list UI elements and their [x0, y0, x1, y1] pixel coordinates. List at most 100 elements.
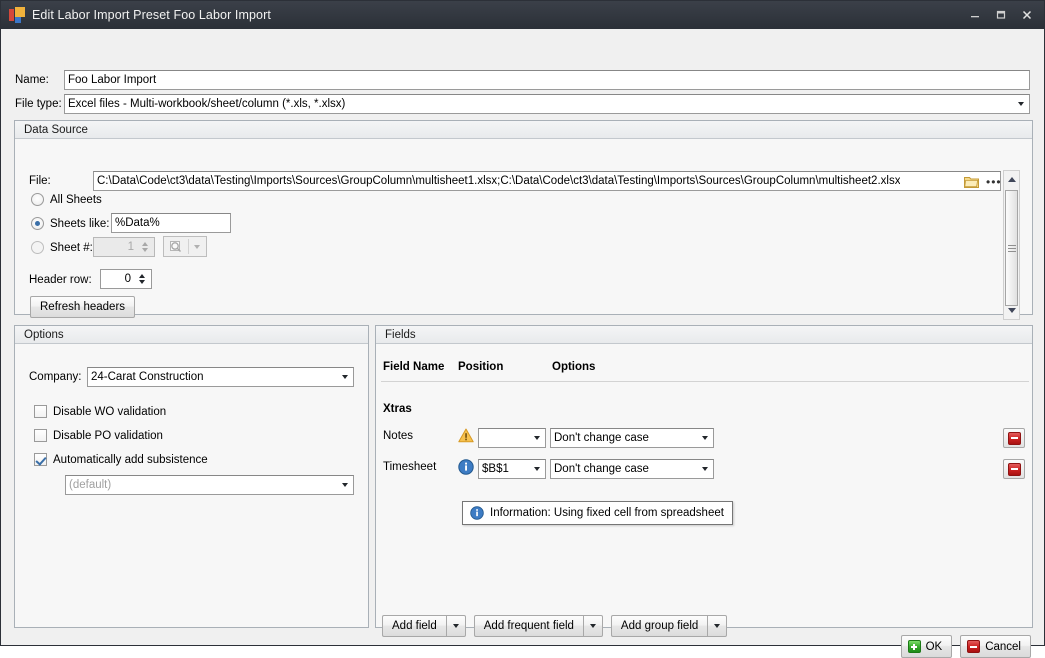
- options-body: Company: 24-Carat Construction Disable W…: [15, 344, 368, 627]
- cancel-icon: [967, 640, 981, 653]
- radio-sheet-number-label: Sheet #:: [50, 241, 93, 254]
- chevron-down-icon: [342, 483, 348, 487]
- add-frequent-field-split-button[interactable]: Add frequent field: [473, 615, 603, 637]
- close-icon[interactable]: [1014, 2, 1040, 28]
- remove-field-button[interactable]: [1003, 428, 1025, 448]
- info-icon: [458, 459, 474, 475]
- window-title: Edit Labor Import Preset Foo Labor Impor…: [32, 8, 271, 22]
- fields-toolbar: Add field Add frequent field Add group f…: [382, 615, 728, 637]
- field-position-select[interactable]: $B$1: [478, 459, 546, 479]
- radio-sheets-like-label: Sheets like:: [50, 217, 110, 230]
- browse-ellipsis-button[interactable]: •••: [986, 176, 1002, 188]
- file-type-label: File type:: [15, 98, 62, 110]
- column-header-options: Options: [552, 361, 596, 373]
- radio-all-sheets-indicator[interactable]: [31, 193, 44, 206]
- name-label: Name:: [15, 74, 49, 86]
- sheet-number-stepper[interactable]: 1: [93, 237, 155, 257]
- add-group-field-split-button[interactable]: Add group field: [610, 615, 728, 637]
- stepper-arrows[interactable]: [138, 238, 154, 256]
- checkbox-auto-subsistence[interactable]: Automatically add subsistence: [34, 453, 208, 466]
- add-group-field-button[interactable]: Add group field: [610, 615, 708, 637]
- header-divider: [381, 381, 1029, 382]
- fields-body: Field Name Position Options Xtras Notes: [376, 344, 1032, 637]
- minimize-icon[interactable]: [962, 2, 988, 28]
- field-position-select[interactable]: [478, 428, 546, 448]
- checkbox-disable-po-indicator[interactable]: [34, 429, 47, 442]
- chevron-down-icon: [702, 467, 708, 471]
- subsistence-select[interactable]: (default): [65, 475, 354, 495]
- subsistence-value: (default): [69, 479, 112, 491]
- company-label: Company:: [29, 371, 82, 383]
- field-position-value: $B$1: [482, 463, 509, 475]
- add-frequent-field-button[interactable]: Add frequent field: [473, 615, 583, 637]
- remove-field-button[interactable]: [1003, 459, 1025, 479]
- header-row-value: 0: [124, 273, 131, 285]
- remove-icon: [1007, 462, 1021, 476]
- add-field-dropdown[interactable]: [445, 615, 466, 637]
- checkbox-disable-po-validation[interactable]: Disable PO validation: [34, 429, 163, 442]
- ok-icon: [907, 640, 921, 653]
- add-frequent-field-dropdown[interactable]: [582, 615, 603, 637]
- options-title: Options: [15, 326, 368, 344]
- header-row-label: Header row:: [29, 274, 92, 286]
- tooltip-text: Information: Using fixed cell from sprea…: [490, 507, 724, 519]
- title-bar: Edit Labor Import Preset Foo Labor Impor…: [1, 1, 1044, 29]
- grip-icon: [1007, 243, 1016, 254]
- chevron-down-icon: [342, 375, 348, 379]
- cancel-button[interactable]: Cancel: [960, 635, 1031, 658]
- radio-all-sheets[interactable]: All Sheets: [31, 193, 102, 206]
- app-blocks-icon: [9, 7, 25, 23]
- checkbox-auto-subsistence-indicator[interactable]: [34, 453, 47, 466]
- field-row-name: Notes: [383, 430, 414, 442]
- field-options-value: Don't change case: [554, 432, 649, 444]
- scroll-track[interactable]: [1004, 188, 1019, 306]
- maximize-icon[interactable]: [988, 2, 1014, 28]
- radio-sheets-like-indicator[interactable]: [31, 217, 44, 230]
- stepper-arrows[interactable]: [135, 270, 151, 288]
- dialog-footer: OK Cancel: [900, 635, 1031, 658]
- name-input[interactable]: Foo Labor Import: [64, 70, 1030, 90]
- refresh-headers-button[interactable]: Refresh headers: [30, 296, 136, 318]
- chevron-down-icon: [534, 467, 540, 471]
- radio-sheet-number-indicator[interactable]: [31, 241, 44, 254]
- sheet-search-split-button[interactable]: [163, 236, 207, 257]
- scroll-up-icon[interactable]: [1004, 171, 1019, 188]
- magnifier-icon[interactable]: [164, 240, 188, 254]
- window-controls: [962, 1, 1040, 29]
- sheets-like-input[interactable]: %Data%: [111, 213, 231, 233]
- radio-sheet-number[interactable]: Sheet #:: [31, 241, 93, 254]
- ok-button[interactable]: OK: [900, 635, 953, 658]
- info-tooltip: Information: Using fixed cell from sprea…: [462, 501, 733, 525]
- company-select[interactable]: 24-Carat Construction: [87, 367, 354, 387]
- cancel-label: Cancel: [985, 640, 1021, 653]
- column-header-field-name: Field Name: [383, 361, 445, 373]
- fields-panel: Fields Field Name Position Options Xtras…: [375, 325, 1033, 637]
- add-field-button[interactable]: Add field: [382, 615, 446, 637]
- header-row-stepper[interactable]: 0: [100, 269, 152, 289]
- add-group-field-label: Add group field: [620, 620, 699, 632]
- checkbox-disable-po-label: Disable PO validation: [53, 429, 163, 442]
- data-source-title: Data Source: [15, 121, 1032, 139]
- file-type-value: Excel files - Multi-workbook/sheet/colum…: [68, 98, 346, 110]
- folder-icon[interactable]: [964, 176, 979, 188]
- field-options-select[interactable]: Don't change case: [550, 428, 714, 448]
- data-source-scrollbar[interactable]: [1003, 170, 1020, 320]
- add-group-field-dropdown[interactable]: [707, 615, 728, 637]
- dialog-window: Edit Labor Import Preset Foo Labor Impor…: [0, 0, 1045, 658]
- chevron-down-icon[interactable]: [189, 244, 204, 249]
- remove-icon: [1007, 431, 1021, 445]
- radio-sheets-like[interactable]: Sheets like:: [31, 217, 109, 230]
- warning-icon: [458, 428, 474, 443]
- sheet-number-value: 1: [127, 241, 134, 253]
- file-path-input[interactable]: C:\Data\Code\ct3\data\Testing\Imports\So…: [93, 171, 1001, 191]
- field-options-select[interactable]: Don't change case: [550, 459, 714, 479]
- add-field-split-button[interactable]: Add field: [382, 615, 466, 637]
- scroll-thumb[interactable]: [1005, 190, 1018, 306]
- options-panel: Options Company: 24-Carat Construction D…: [14, 325, 369, 628]
- checkbox-disable-wo-validation[interactable]: Disable WO validation: [34, 405, 166, 418]
- file-type-select[interactable]: Excel files - Multi-workbook/sheet/colum…: [64, 94, 1030, 114]
- chevron-down-icon: [702, 436, 708, 440]
- checkbox-auto-subsistence-label: Automatically add subsistence: [53, 453, 208, 466]
- checkbox-disable-wo-indicator[interactable]: [34, 405, 47, 418]
- company-value: 24-Carat Construction: [91, 371, 204, 383]
